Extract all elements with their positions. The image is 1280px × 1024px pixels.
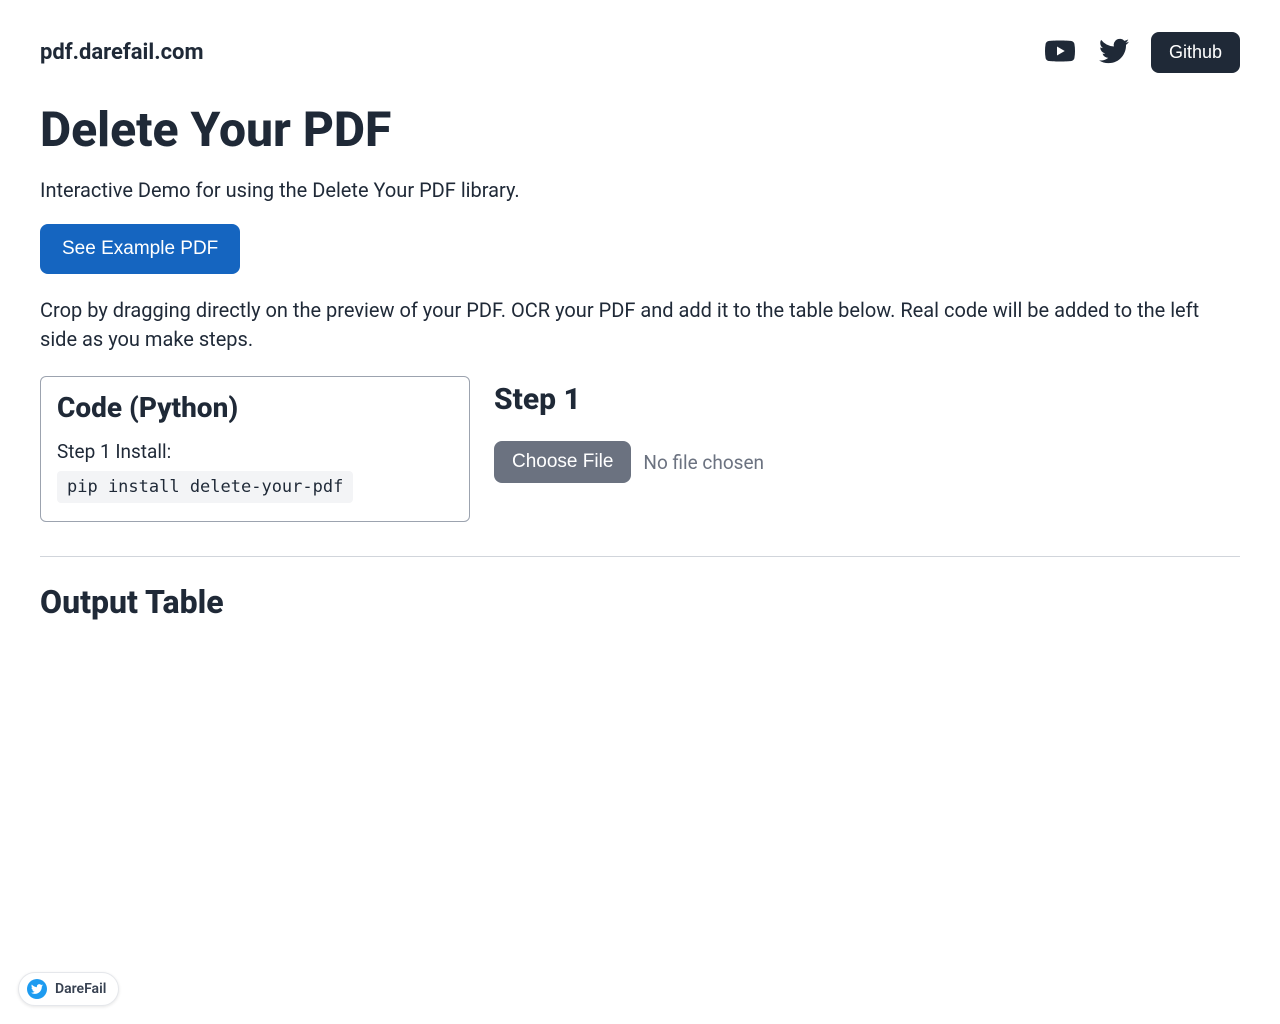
two-column-layout: Code (Python) Step 1 Install: pip instal… bbox=[40, 376, 1240, 522]
choose-file-button[interactable]: Choose File bbox=[494, 441, 631, 483]
code-step-label: Step 1 Install: bbox=[57, 440, 453, 463]
twitter-icon[interactable] bbox=[1097, 36, 1131, 70]
see-example-button[interactable]: See Example PDF bbox=[40, 224, 240, 274]
badge-text: DareFail bbox=[55, 981, 106, 997]
step-title: Step 1 bbox=[494, 382, 1240, 417]
code-panel: Code (Python) Step 1 Install: pip instal… bbox=[40, 376, 470, 522]
brand-link[interactable]: pdf.darefail.com bbox=[40, 40, 204, 65]
page-title: Delete Your PDF bbox=[40, 101, 1240, 158]
output-table-title: Output Table bbox=[40, 583, 1240, 621]
file-status-text: No file chosen bbox=[643, 451, 764, 474]
page-subtitle: Interactive Demo for using the Delete Yo… bbox=[40, 178, 1240, 202]
code-snippet: pip install delete-your-pdf bbox=[57, 471, 353, 503]
credit-badge[interactable]: DareFail bbox=[18, 972, 119, 1006]
code-panel-title: Code (Python) bbox=[57, 391, 453, 424]
description-text: Crop by dragging directly on the preview… bbox=[40, 296, 1240, 354]
header: pdf.darefail.com Github bbox=[40, 32, 1240, 73]
divider bbox=[40, 556, 1240, 557]
twitter-badge-icon bbox=[27, 979, 47, 999]
github-button[interactable]: Github bbox=[1151, 32, 1240, 73]
header-right: Github bbox=[1043, 32, 1240, 73]
youtube-icon[interactable] bbox=[1043, 36, 1077, 70]
file-input-row: Choose File No file chosen bbox=[494, 441, 1240, 483]
step-panel: Step 1 Choose File No file chosen bbox=[494, 376, 1240, 522]
